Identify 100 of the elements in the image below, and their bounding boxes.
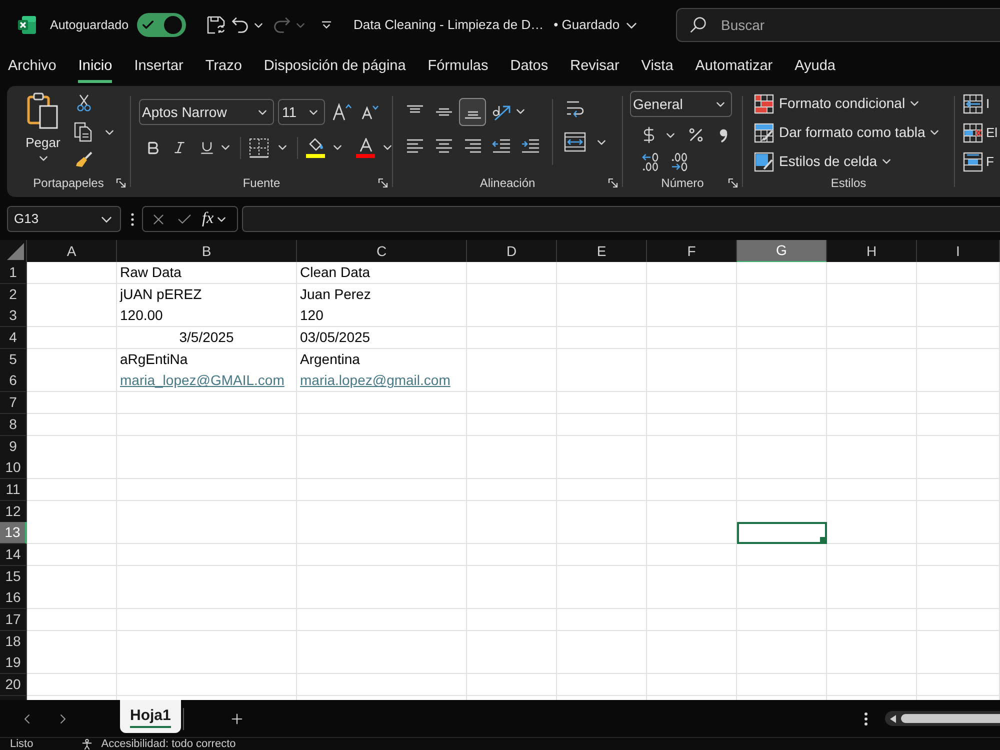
dialog-launcher-icon[interactable] <box>728 178 738 188</box>
format-cells-button[interactable]: F <box>963 147 1000 176</box>
name-box[interactable]: G13 <box>7 206 121 232</box>
menu-tab[interactable]: Fórmulas <box>428 53 488 83</box>
format-painter-icon[interactable] <box>75 151 93 169</box>
menu-tab[interactable]: Datos <box>510 53 548 83</box>
row-header[interactable]: 16 <box>0 587 27 610</box>
more-options-icon[interactable] <box>864 712 868 726</box>
email-link[interactable]: maria.lopez@gmail.com <box>300 372 450 388</box>
menu-tab[interactable]: Insertar <box>134 53 184 83</box>
dialog-launcher-icon[interactable] <box>608 178 618 188</box>
insert-cells-button[interactable]: I <box>963 89 1000 118</box>
menu-tab[interactable]: Automatizar <box>695 53 773 83</box>
delete-cells-button[interactable]: El <box>963 118 1000 147</box>
format-as-table-button[interactable]: Dar formato como tabla <box>754 118 954 147</box>
decrease-decimal-icon[interactable] <box>671 152 688 172</box>
align-right-icon[interactable] <box>464 139 482 153</box>
row-header[interactable]: 9 <box>0 436 27 458</box>
underline-icon[interactable] <box>198 140 214 156</box>
dialog-launcher-icon[interactable] <box>116 178 126 188</box>
column-header[interactable]: D <box>467 240 557 263</box>
undo-icon[interactable] <box>230 16 249 34</box>
row-header[interactable]: 7 <box>0 392 27 414</box>
row-header[interactable]: 6 <box>0 370 27 392</box>
borders-icon[interactable] <box>249 138 269 158</box>
row-header[interactable]: 13 <box>0 522 27 544</box>
align-left-icon[interactable] <box>406 139 424 153</box>
scroll-left-icon[interactable] <box>890 714 896 722</box>
row-header[interactable]: 14 <box>0 544 27 566</box>
autosave-toggle[interactable] <box>136 13 186 37</box>
menu-tab[interactable]: Ayuda <box>794 53 836 83</box>
row-header[interactable]: 4 <box>0 327 27 350</box>
insert-function-button[interactable]: fx <box>202 207 214 231</box>
row-header[interactable]: 18 <box>0 630 27 653</box>
column-header[interactable]: A <box>27 240 117 263</box>
customize-toolbar-icon[interactable] <box>320 20 332 30</box>
row-header[interactable]: 2 <box>0 284 27 306</box>
menu-tab[interactable]: Revisar <box>570 53 620 83</box>
delete-cells-icon[interactable] <box>963 122 983 142</box>
fill-handle-icon[interactable] <box>820 537 825 542</box>
save-icon[interactable] <box>206 15 226 35</box>
font-color-icon[interactable] <box>358 138 372 152</box>
column-header[interactable]: E <box>557 240 647 263</box>
scrollbar-thumb[interactable] <box>901 714 1000 723</box>
sheet-tab[interactable]: Hoja1 <box>120 700 181 733</box>
column-header[interactable]: F <box>647 240 737 263</box>
paint-bucket-icon[interactable] <box>306 138 324 152</box>
format-cells-icon[interactable] <box>963 152 983 172</box>
more-options-icon[interactable] <box>131 212 134 226</box>
column-header[interactable]: B <box>117 240 297 263</box>
increase-indent-icon[interactable] <box>521 139 540 153</box>
row-header[interactable]: 15 <box>0 566 27 588</box>
menu-tab[interactable]: Trazo <box>205 53 242 83</box>
dialog-launcher-icon[interactable] <box>378 178 388 188</box>
selected-cell[interactable] <box>737 522 827 544</box>
number-format-dropdown[interactable]: General <box>630 91 732 117</box>
menu-tab[interactable]: Archivo <box>8 53 56 83</box>
shrink-font-icon[interactable] <box>361 104 379 120</box>
increase-decimal-icon[interactable] <box>642 152 659 172</box>
save-status-button[interactable]: • Guardado <box>554 15 637 35</box>
column-header[interactable]: I <box>917 240 1000 263</box>
align-bottom-button[interactable] <box>459 98 486 126</box>
formula-input[interactable] <box>242 206 1000 232</box>
italic-icon[interactable] <box>172 140 187 155</box>
row-header[interactable]: 1 <box>0 262 27 284</box>
scissors-icon[interactable] <box>77 94 91 112</box>
row-header[interactable]: 3 <box>0 305 27 328</box>
select-all-icon[interactable] <box>7 243 24 260</box>
row-header[interactable]: 20 <box>0 674 27 696</box>
row-header[interactable]: 8 <box>0 414 27 436</box>
search-field[interactable]: Buscar <box>676 8 1000 42</box>
row-header[interactable]: 11 <box>0 478 27 501</box>
comma-style-icon[interactable] <box>719 128 728 142</box>
paste-button[interactable]: Pegar <box>21 92 65 169</box>
row-header[interactable]: 17 <box>0 609 27 631</box>
grow-font-icon[interactable] <box>332 103 352 121</box>
percent-icon[interactable] <box>687 126 705 144</box>
conditional-formatting-icon[interactable] <box>754 94 774 114</box>
merge-center-icon[interactable] <box>564 132 586 152</box>
cell-styles-icon[interactable] <box>754 152 774 172</box>
horizontal-scrollbar[interactable] <box>885 711 1000 726</box>
font-name-dropdown[interactable]: Aptos Narrow <box>139 99 274 125</box>
menu-tab[interactable]: Disposición de página <box>264 53 406 83</box>
row-header[interactable]: 19 <box>0 652 27 674</box>
decrease-indent-icon[interactable] <box>492 139 511 153</box>
cell-styles-button[interactable]: Estilos de celda <box>754 147 954 176</box>
wrap-text-icon[interactable] <box>566 99 586 119</box>
column-header[interactable]: C <box>297 240 467 263</box>
row-header[interactable]: 12 <box>0 500 27 523</box>
format-as-table-icon[interactable] <box>754 122 774 142</box>
menu-tab[interactable]: Vista <box>641 53 674 83</box>
align-center-icon[interactable] <box>434 139 452 153</box>
copy-icon[interactable] <box>74 122 92 142</box>
conditional-formatting-button[interactable]: Formato condicional <box>754 89 954 118</box>
row-header[interactable]: 10 <box>0 457 27 480</box>
font-size-dropdown[interactable]: 11 <box>278 99 325 125</box>
column-header[interactable]: H <box>827 240 917 263</box>
column-header[interactable]: G <box>737 240 827 263</box>
email-link[interactable]: maria_lopez@GMAIL.com <box>120 372 284 388</box>
row-header[interactable]: 5 <box>0 348 27 371</box>
